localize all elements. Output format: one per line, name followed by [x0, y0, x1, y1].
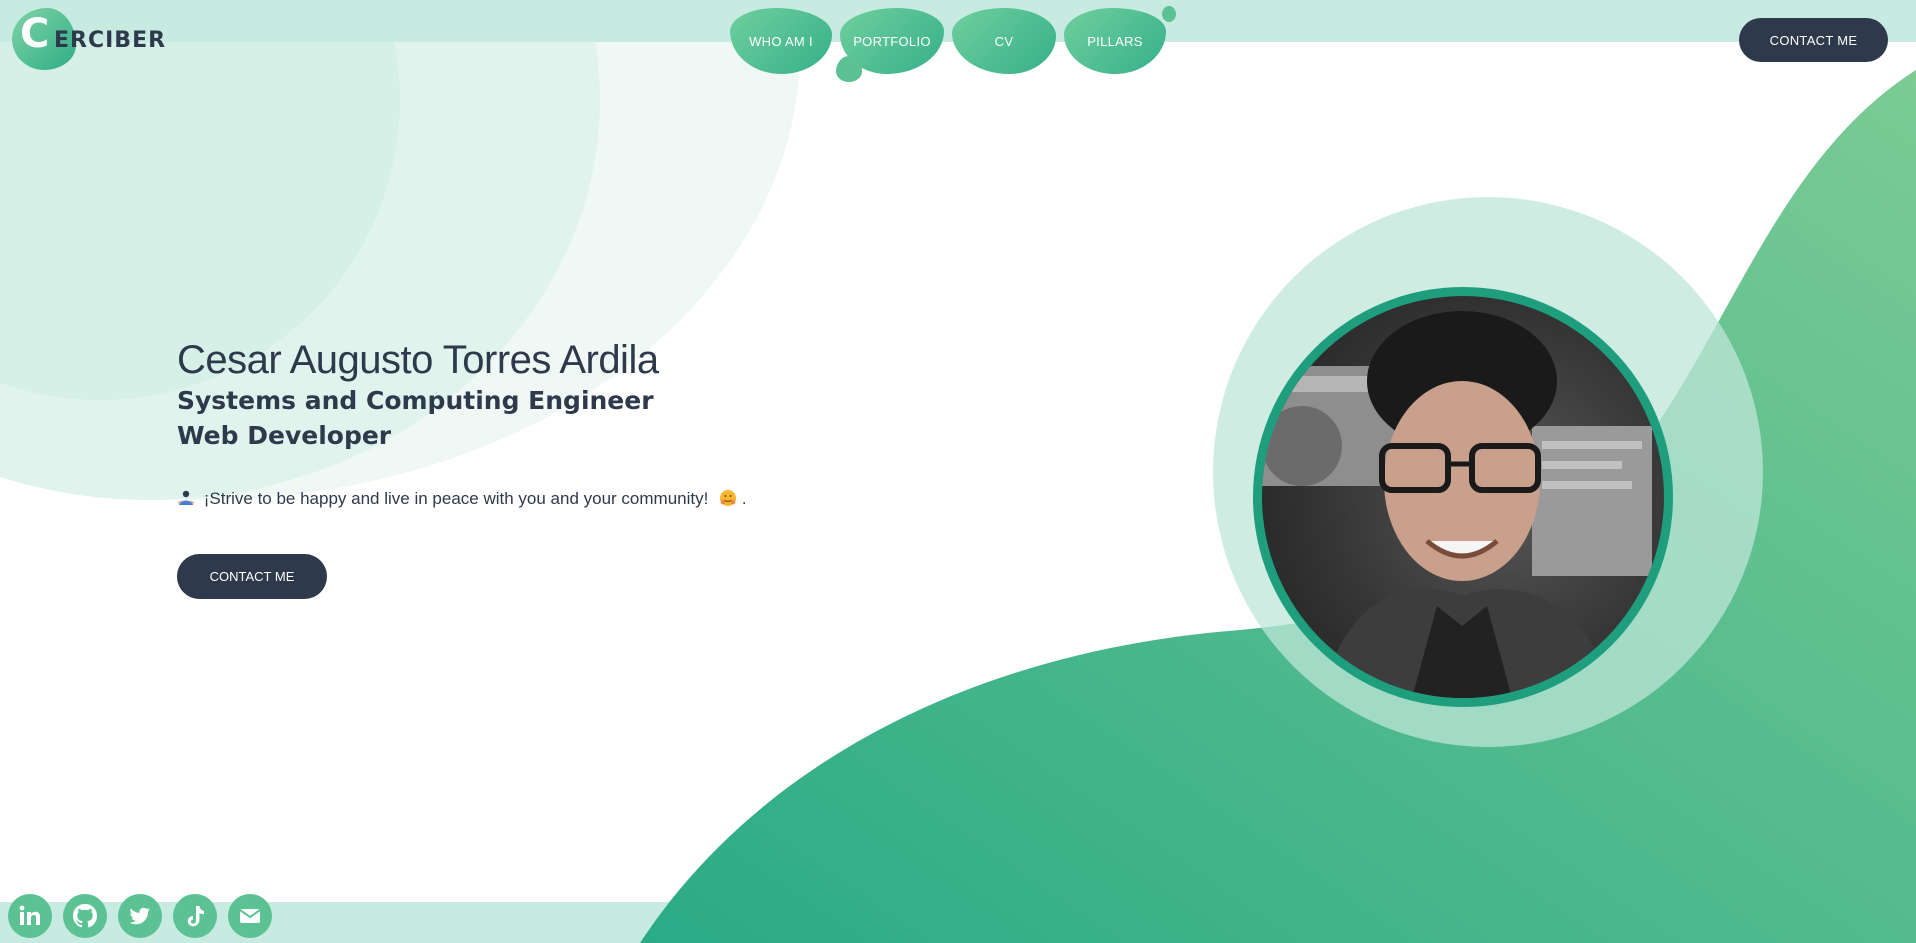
logo-text: ERCIBER [54, 28, 167, 53]
tagline-text: ¡Strive to be happy and live in peace wi… [203, 489, 709, 508]
logo-letter: C [20, 11, 50, 57]
hero-role-subtitle: Web Developer [177, 421, 392, 450]
tiktok-icon [187, 906, 204, 927]
profile-photo [1262, 296, 1664, 698]
hero-tagline: ¡Strive to be happy and live in peace wi… [177, 489, 747, 509]
meditation-emoji-icon [177, 490, 195, 505]
portrait-icon [1262, 311, 1652, 698]
github-icon [73, 904, 97, 928]
main-nav: WHO AM I PORTFOLIO CV PILLARS [730, 8, 1166, 78]
twitter-link[interactable] [118, 894, 162, 938]
social-links [8, 894, 272, 938]
linkedin-icon [19, 905, 40, 925]
tiktok-link[interactable] [173, 894, 217, 938]
nav-item-cv[interactable]: CV [952, 8, 1056, 74]
logo[interactable]: C ERCIBER [12, 8, 165, 72]
page: C ERCIBER WHO AM I PORTFOLIO CV PILLARS … [0, 0, 1916, 943]
decorative-drop [1162, 6, 1176, 22]
nav-item-pillars[interactable]: PILLARS [1064, 8, 1166, 74]
twitter-icon [129, 907, 150, 925]
linkedin-link[interactable] [8, 894, 52, 938]
hug-emoji-icon [720, 490, 737, 506]
nav-item-who-am-i[interactable]: WHO AM I [730, 8, 832, 74]
profile-photo-frame [1253, 287, 1673, 707]
mail-link[interactable] [228, 894, 272, 938]
decorative-drop [836, 56, 862, 82]
hero-role-title: Systems and Computing Engineer [177, 386, 654, 415]
github-link[interactable] [63, 894, 107, 938]
hero: Cesar Augusto Torres Ardila Systems and … [177, 338, 877, 453]
mail-icon [239, 909, 261, 923]
hero-name: Cesar Augusto Torres Ardila [177, 338, 659, 382]
header-contact-button[interactable]: CONTACT ME [1739, 18, 1888, 62]
tagline-end: . [741, 489, 747, 508]
hero-contact-button[interactable]: CONTACT ME [177, 554, 327, 599]
